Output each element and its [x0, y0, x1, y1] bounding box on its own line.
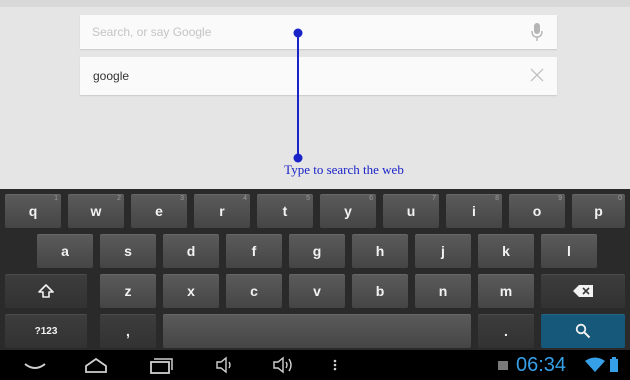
recent-apps-icon[interactable] [148, 355, 174, 375]
menu-dots-icon[interactable] [330, 355, 340, 375]
key-j[interactable]: j [415, 234, 471, 268]
key-b[interactable]: b [352, 274, 408, 308]
callout-label: Type to search the web [284, 162, 404, 177]
key-y[interactable]: y6 [320, 194, 376, 228]
key-k[interactable]: k [478, 234, 534, 268]
key-o[interactable]: o9 [509, 194, 565, 228]
key-a[interactable]: a [37, 234, 93, 268]
key-m[interactable]: m [478, 274, 534, 308]
back-icon[interactable] [22, 355, 48, 375]
shift-key[interactable] [5, 274, 87, 308]
key-n[interactable]: n [415, 274, 471, 308]
suggestion-row[interactable]: google [80, 57, 557, 95]
search-icon [575, 323, 591, 339]
space-key[interactable] [163, 314, 471, 348]
key-c[interactable]: c [226, 274, 282, 308]
battery-icon [610, 357, 618, 372]
search-key[interactable] [541, 314, 625, 348]
key-u[interactable]: u7 [383, 194, 439, 228]
key-s[interactable]: s [100, 234, 156, 268]
backspace-icon [573, 285, 593, 297]
search-placeholder: Search, or say Google [92, 25, 212, 39]
key-i[interactable]: i8 [446, 194, 502, 228]
top-band [0, 0, 630, 7]
key-d[interactable]: d [163, 234, 219, 268]
key-w[interactable]: w2 [68, 194, 124, 228]
notification-icon[interactable] [496, 355, 510, 375]
key-l[interactable]: l [541, 234, 597, 268]
key-f[interactable]: f [226, 234, 282, 268]
search-box[interactable]: Search, or say Google [80, 15, 557, 49]
system-navigation-bar: 06:34 [0, 350, 630, 380]
key-v[interactable]: v [289, 274, 345, 308]
suggestion-text: google [93, 69, 130, 83]
home-icon[interactable] [83, 355, 109, 375]
key-g[interactable]: g [289, 234, 345, 268]
backspace-key[interactable] [541, 274, 625, 308]
key-p[interactable]: p0 [572, 194, 625, 228]
volume-up-icon[interactable] [272, 355, 296, 375]
key-q[interactable]: q1 [5, 194, 61, 228]
symbols-key[interactable]: ?123 [5, 314, 87, 348]
key-r[interactable]: r4 [194, 194, 250, 228]
status-clock: 06:34 [516, 354, 567, 376]
key-x[interactable]: x [163, 274, 219, 308]
key-z[interactable]: z [100, 274, 156, 308]
soft-keyboard: q1 w2 e3 r4 t5 y6 u7 i8 o9 p0 a s d f g … [0, 189, 630, 350]
key-e[interactable]: e3 [131, 194, 187, 228]
key-h[interactable]: h [352, 234, 408, 268]
key-period[interactable]: . [478, 314, 534, 348]
microphone-icon[interactable] [531, 22, 543, 42]
shift-arrow-icon [38, 284, 54, 298]
clear-x-icon[interactable] [529, 67, 545, 83]
wifi-icon [585, 357, 605, 372]
key-comma[interactable]: , [100, 314, 156, 348]
key-t[interactable]: t5 [257, 194, 313, 228]
volume-down-icon[interactable] [214, 355, 236, 375]
